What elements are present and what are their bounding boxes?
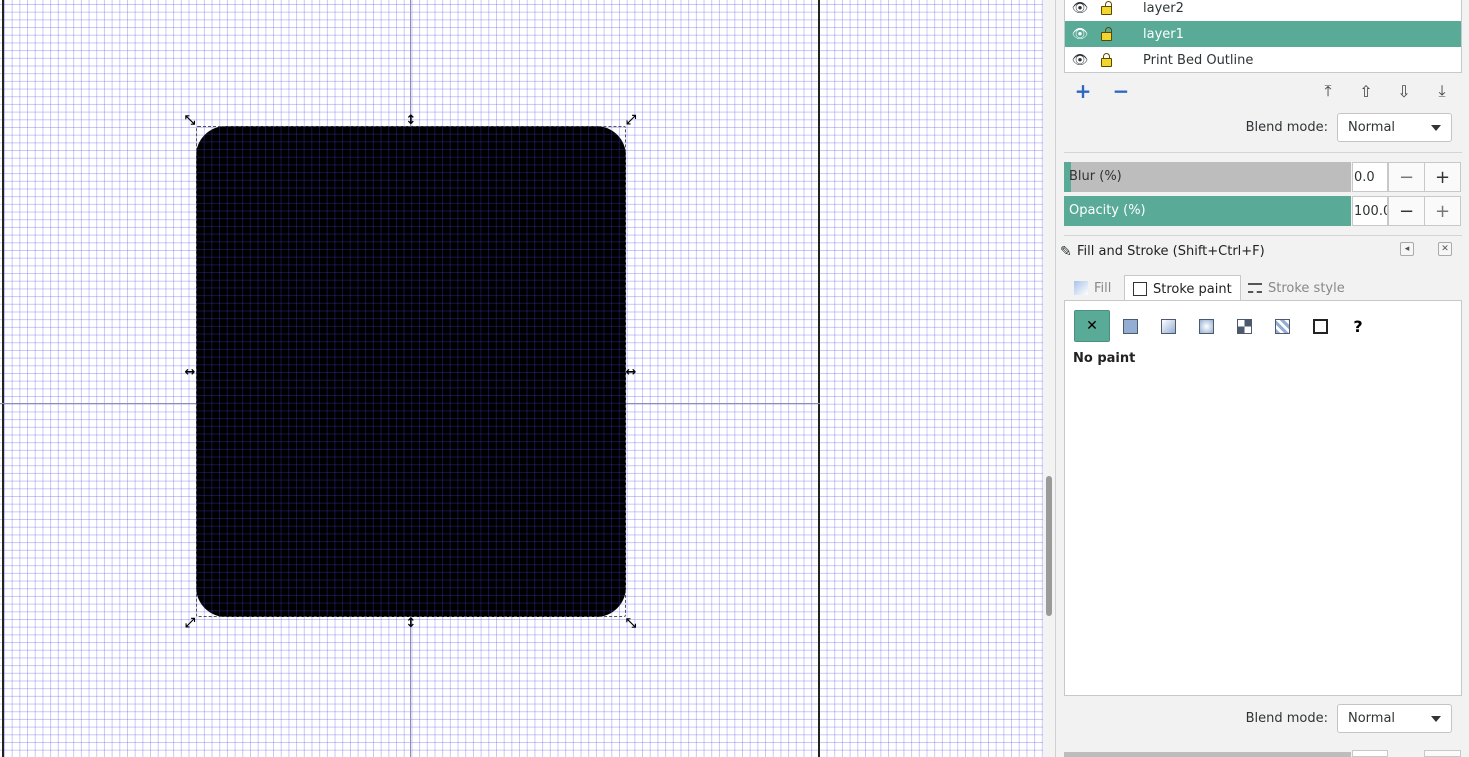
rounded-rectangle-shape[interactable] bbox=[196, 126, 626, 617]
scale-handle-left[interactable]: ↔ bbox=[183, 365, 197, 379]
stroke-paint-panel: ✕ ? No paint bbox=[1064, 300, 1462, 696]
layers-blend-row: Blend mode: Normal bbox=[1056, 112, 1469, 144]
eye-icon[interactable]: 👁 bbox=[1071, 53, 1089, 68]
dropdown-arrow-icon bbox=[1431, 716, 1441, 722]
button-partial[interactable] bbox=[1424, 750, 1461, 757]
layer-row[interactable]: 👁 layer2 bbox=[1065, 0, 1461, 21]
blend-mode-label: Blend mode: bbox=[1245, 120, 1328, 135]
blend-mode-label: Blend mode: bbox=[1245, 711, 1328, 726]
layers-list: 👁 layer2 👁 layer1 👁 Print Bed Outline bbox=[1064, 0, 1462, 73]
opacity-increase-button[interactable]: + bbox=[1424, 196, 1461, 226]
scale-handle-top-right[interactable]: ⤢ bbox=[624, 113, 638, 127]
no-paint-icon: ✕ bbox=[1086, 318, 1098, 334]
canvas-vertical-scrollbar[interactable] bbox=[1043, 0, 1055, 757]
fill-stroke-title: Fill and Stroke (Shift+Ctrl+F) bbox=[1077, 244, 1265, 259]
swatch-button[interactable] bbox=[1264, 310, 1300, 342]
question-icon: ? bbox=[1353, 316, 1363, 336]
blur-slider[interactable]: Blur (%) bbox=[1064, 162, 1351, 192]
radial-gradient-button[interactable] bbox=[1188, 310, 1224, 342]
layer-toolbar: + − ⤒ ⇧ ⇩ ⤓ bbox=[1064, 78, 1462, 104]
value-field-partial[interactable] bbox=[1352, 750, 1388, 757]
swatch-icon bbox=[1274, 318, 1290, 334]
pattern-button[interactable] bbox=[1226, 310, 1262, 342]
opacity-slider-row: Opacity (%) 100.0 − + bbox=[1064, 196, 1462, 226]
paint-mode-label: No paint bbox=[1073, 351, 1136, 366]
stroke-style-icon bbox=[1248, 283, 1262, 293]
separator bbox=[1064, 235, 1462, 236]
drawing-canvas[interactable]: ⤡ ↕ ⤢ ↔ ↔ ⤢ ↕ ⤡ bbox=[0, 0, 1043, 757]
tab-stroke-paint[interactable]: Stroke paint bbox=[1124, 275, 1241, 302]
blur-increase-button[interactable]: + bbox=[1424, 162, 1461, 192]
mesh-button[interactable] bbox=[1302, 310, 1338, 342]
eye-icon[interactable]: 👁 bbox=[1071, 27, 1089, 42]
page-border-left bbox=[2, 0, 4, 757]
fill-icon bbox=[1074, 281, 1088, 295]
fill-stroke-icon: ✎ bbox=[1060, 244, 1072, 260]
raise-to-top-button[interactable]: ⤒ bbox=[1315, 78, 1341, 104]
dock-panel: 👁 layer2 👁 layer1 👁 Print Bed Outline + … bbox=[1055, 0, 1469, 757]
lower-layer-button[interactable]: ⇩ bbox=[1391, 78, 1417, 104]
tab-label: Stroke style bbox=[1268, 280, 1345, 296]
blur-label: Blur (%) bbox=[1069, 169, 1122, 184]
tab-stroke-style[interactable]: Stroke style bbox=[1240, 275, 1353, 301]
raise-layer-button[interactable]: ⇧ bbox=[1353, 78, 1379, 104]
opacity-decrease-button[interactable]: − bbox=[1388, 196, 1425, 226]
blur-value-field[interactable]: 0.0 bbox=[1352, 162, 1388, 192]
opacity-label: Opacity (%) bbox=[1069, 203, 1146, 218]
blend-mode-value: Normal bbox=[1348, 120, 1396, 135]
add-layer-button[interactable]: + bbox=[1070, 78, 1096, 104]
no-paint-button[interactable]: ✕ bbox=[1074, 310, 1110, 342]
opacity-slider[interactable]: Opacity (%) bbox=[1064, 196, 1351, 226]
unset-paint-button[interactable]: ? bbox=[1340, 310, 1376, 342]
radial-gradient-icon bbox=[1198, 318, 1214, 334]
eye-icon[interactable]: 👁 bbox=[1071, 1, 1089, 16]
scale-handle-bottom[interactable]: ↕ bbox=[404, 616, 418, 630]
close-icon[interactable]: ✕ bbox=[1438, 242, 1452, 256]
lock-icon[interactable] bbox=[1099, 53, 1115, 67]
layer-row-selected[interactable]: 👁 layer1 bbox=[1065, 21, 1461, 47]
fill-stroke-blend-row: Blend mode: Normal bbox=[1056, 703, 1469, 735]
remove-layer-button[interactable]: − bbox=[1108, 78, 1134, 104]
tab-label: Fill bbox=[1094, 280, 1112, 296]
scale-handle-bottom-left[interactable]: ⤢ bbox=[183, 616, 197, 630]
layer-row[interactable]: 👁 Print Bed Outline bbox=[1065, 47, 1461, 72]
scale-handle-bottom-right[interactable]: ⤡ bbox=[624, 616, 638, 630]
scrollbar-thumb[interactable] bbox=[1046, 476, 1052, 616]
layer-name: layer2 bbox=[1143, 0, 1184, 16]
blur-decrease-button[interactable]: − bbox=[1388, 162, 1425, 192]
dock-collapse-icon[interactable]: ◂ bbox=[1400, 242, 1414, 256]
unlock-icon[interactable] bbox=[1099, 27, 1115, 41]
unlock-icon[interactable] bbox=[1099, 1, 1115, 15]
page-border-right bbox=[818, 0, 820, 757]
lower-to-bottom-button[interactable]: ⤓ bbox=[1429, 78, 1455, 104]
flat-color-button[interactable] bbox=[1112, 310, 1148, 342]
pattern-icon bbox=[1236, 318, 1252, 334]
dropdown-arrow-icon bbox=[1431, 125, 1441, 131]
blur-slider-row: Blur (%) 0.0 − + bbox=[1064, 162, 1462, 192]
layer-name: Print Bed Outline bbox=[1143, 52, 1254, 68]
stroke-paint-icon bbox=[1133, 282, 1147, 296]
blend-mode-value: Normal bbox=[1348, 711, 1396, 726]
linear-gradient-icon bbox=[1160, 318, 1176, 334]
scale-handle-right[interactable]: ↔ bbox=[624, 365, 638, 379]
fill-stroke-tabs: Fill Stroke paint Stroke style bbox=[1064, 275, 1462, 302]
tab-fill[interactable]: Fill bbox=[1066, 275, 1119, 301]
opacity-value-field[interactable]: 100.0 bbox=[1352, 196, 1388, 226]
inkscape-window: ⤡ ↕ ⤢ ↔ ↔ ⤢ ↕ ⤡ 👁 layer2 👁 layer1 👁 Prin… bbox=[0, 0, 1469, 757]
flat-color-icon bbox=[1122, 318, 1138, 334]
layer-name: layer1 bbox=[1143, 26, 1184, 42]
fill-stroke-dialog-header: ✎ Fill and Stroke (Shift+Ctrl+F) ◂ ✕ bbox=[1056, 240, 1469, 266]
mesh-icon bbox=[1312, 318, 1328, 334]
scale-handle-top[interactable]: ↕ bbox=[404, 113, 418, 127]
tab-label: Stroke paint bbox=[1153, 281, 1232, 297]
linear-gradient-button[interactable] bbox=[1150, 310, 1186, 342]
blend-mode-select[interactable]: Normal bbox=[1337, 113, 1452, 142]
separator bbox=[1064, 152, 1462, 153]
blend-mode-select[interactable]: Normal bbox=[1337, 704, 1452, 733]
blur-slider-partial[interactable] bbox=[1064, 752, 1351, 757]
scale-handle-top-left[interactable]: ⤡ bbox=[183, 113, 197, 127]
